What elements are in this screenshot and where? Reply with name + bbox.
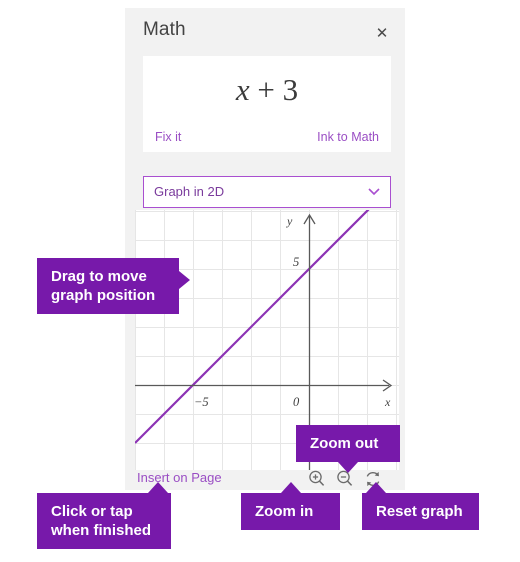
y-tick-label-5: 5: [293, 255, 299, 269]
expression-variable: x: [235, 72, 250, 107]
expression-rest: + 3: [249, 72, 299, 107]
callout-drag-to-move: Drag to move graph position: [37, 258, 179, 314]
callout-zoom-out: Zoom out: [296, 425, 400, 462]
expression-display: x + 3: [143, 72, 391, 108]
callout-reset-graph: Reset graph: [362, 493, 479, 530]
math-pane: Math ✕ x + 3 Fix it Ink to Math Graph in…: [125, 8, 405, 490]
fix-it-link[interactable]: Fix it: [155, 130, 181, 144]
graph-mode-selected-label: Graph in 2D: [154, 184, 225, 199]
ink-to-math-link[interactable]: Ink to Math: [317, 130, 379, 144]
callout-reset-tail: [366, 482, 386, 493]
callout-zoom-out-tail: [338, 462, 358, 473]
callout-zoom-in: Zoom in: [241, 493, 340, 530]
callout-zoom-in-tail: [281, 482, 301, 493]
close-icon[interactable]: ✕: [369, 20, 395, 46]
chevron-down-icon: [366, 183, 382, 199]
y-axis-label: y: [286, 214, 293, 228]
x-axis-label: x: [384, 395, 391, 409]
pane-titlebar: Math ✕: [125, 8, 405, 56]
callout-drag-tail: [179, 271, 190, 289]
callout-click-when-finished: Click or tap when finished: [37, 493, 171, 549]
expression-card: x + 3 Fix it Ink to Math: [143, 56, 391, 152]
zoom-in-icon[interactable]: [305, 467, 329, 491]
page-title: Math: [143, 19, 186, 40]
callout-click-tail: [148, 482, 168, 493]
graph-mode-dropdown[interactable]: Graph in 2D: [143, 176, 391, 208]
origin-label: 0: [293, 395, 300, 409]
x-tick-label-minus-5: −5: [194, 395, 209, 409]
